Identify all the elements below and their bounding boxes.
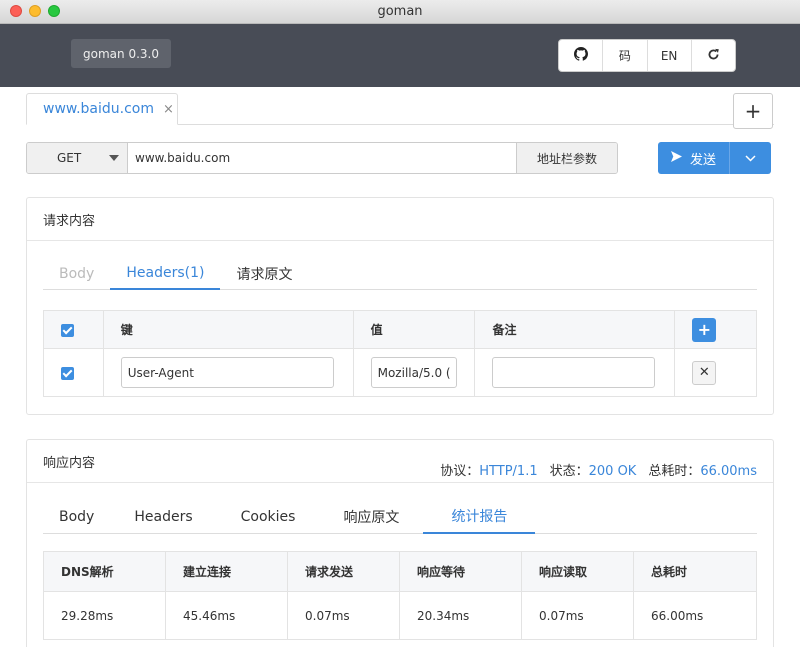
add-header-button[interactable]: + bbox=[692, 317, 717, 342]
status-value: 200 OK bbox=[588, 464, 637, 479]
send-button[interactable]: 发送 bbox=[658, 142, 730, 174]
row-delete-cell: ✕ bbox=[674, 348, 757, 397]
request-bar: GET 地址栏参数 bbox=[26, 142, 618, 174]
row-value-cell bbox=[352, 348, 476, 397]
status-label: 状态： bbox=[549, 464, 589, 479]
request-panel-title: 请求内容 bbox=[27, 198, 773, 241]
column-note: 备注 bbox=[474, 310, 676, 349]
stats-table: DNS解析 建立连接 请求发送 响应等待 响应读取 总耗时 29.28ms 45… bbox=[43, 551, 757, 640]
response-panel-title: 响应内容 bbox=[43, 455, 96, 471]
header-value-input[interactable] bbox=[370, 357, 457, 388]
row-key-cell bbox=[102, 348, 354, 397]
refresh-button[interactable] bbox=[692, 40, 735, 71]
window-controls bbox=[10, 5, 60, 17]
row-note-cell bbox=[474, 348, 676, 397]
header-note-input[interactable] bbox=[492, 357, 656, 388]
zoom-window-button[interactable] bbox=[48, 5, 60, 17]
select-all-cell bbox=[43, 310, 104, 349]
stats-connect-value: 45.46ms bbox=[165, 591, 288, 640]
delete-header-button[interactable]: ✕ bbox=[692, 360, 717, 385]
request-panel: 请求内容 Body Headers(1) 请求原文 键 值 备注 + ✕ bbox=[26, 197, 774, 415]
caret-down-icon bbox=[109, 155, 119, 161]
response-subtabs: Body Headers Cookies 响应原文 统计报告 bbox=[43, 500, 757, 534]
status-info: 状态：200 OK bbox=[550, 460, 637, 479]
main-content: www.baidu.com × GET 地址栏参数 发送 请求内容 Body H bbox=[0, 87, 800, 647]
add-row-cell: + bbox=[674, 310, 757, 349]
stats-dns-value: 29.28ms bbox=[43, 591, 166, 640]
stats-send-value: 0.07ms bbox=[287, 591, 400, 640]
time-info: 总耗时：66.00ms bbox=[648, 460, 757, 479]
language-button[interactable]: EN bbox=[648, 40, 692, 71]
tab-response-headers[interactable]: Headers bbox=[110, 500, 216, 534]
response-panel-header: 响应内容 协议：HTTP/1.1 状态：200 OK 总耗时：66.00ms bbox=[27, 440, 773, 483]
table-row: ✕ bbox=[43, 348, 757, 397]
select-all-checkbox[interactable] bbox=[61, 323, 74, 337]
tab-response-stats[interactable]: 统计报告 bbox=[423, 500, 536, 534]
method-select[interactable]: GET bbox=[27, 143, 128, 173]
column-value: 值 bbox=[352, 310, 476, 349]
response-panel: 响应内容 协议：HTTP/1.1 状态：200 OK 总耗时：66.00ms B… bbox=[26, 439, 774, 647]
github-icon bbox=[573, 47, 588, 64]
send-label: 发送 bbox=[689, 152, 716, 168]
request-tab-label: www.baidu.com bbox=[43, 101, 154, 117]
tab-request-headers[interactable]: Headers(1) bbox=[110, 258, 221, 290]
chevron-down-icon bbox=[745, 151, 756, 166]
stats-col-connect: 建立连接 bbox=[165, 551, 288, 592]
header-key-input[interactable] bbox=[120, 357, 334, 388]
stats-col-total: 总耗时 bbox=[633, 551, 757, 592]
request-tab-bar: www.baidu.com × bbox=[26, 93, 774, 125]
tab-request-body[interactable]: Body bbox=[43, 258, 110, 290]
table-row: 29.28ms 45.46ms 0.07ms 20.34ms 0.07ms 66… bbox=[43, 591, 757, 640]
stats-table-header: DNS解析 建立连接 请求发送 响应等待 响应读取 总耗时 bbox=[43, 551, 757, 592]
window-titlebar: goman bbox=[0, 0, 800, 24]
protocol-label: 协议： bbox=[440, 464, 480, 479]
app-header: goman 0.3.0 码 EN bbox=[0, 24, 800, 87]
url-input[interactable] bbox=[128, 143, 516, 173]
request-tab[interactable]: www.baidu.com × bbox=[26, 93, 178, 125]
add-tab-button[interactable]: + bbox=[733, 93, 773, 129]
close-window-button[interactable] bbox=[10, 5, 22, 17]
close-tab-icon[interactable]: × bbox=[163, 102, 174, 117]
headers-table-header: 键 值 备注 + bbox=[43, 310, 757, 349]
protocol-value: HTTP/1.1 bbox=[479, 464, 538, 479]
minimize-window-button[interactable] bbox=[29, 5, 41, 17]
stats-col-read: 响应读取 bbox=[521, 551, 634, 592]
github-button[interactable] bbox=[559, 40, 604, 71]
method-value: GET bbox=[57, 151, 82, 165]
stats-col-send: 请求发送 bbox=[287, 551, 400, 592]
code-button[interactable]: 码 bbox=[603, 40, 648, 71]
send-options-dropdown[interactable] bbox=[730, 142, 771, 174]
send-icon bbox=[670, 150, 682, 166]
protocol-info: 协议：HTTP/1.1 bbox=[440, 460, 537, 479]
header-toolbar: 码 EN bbox=[558, 39, 736, 72]
time-label: 总耗时： bbox=[648, 464, 701, 479]
stats-col-dns: DNS解析 bbox=[43, 551, 166, 592]
version-badge: goman 0.3.0 bbox=[71, 39, 171, 68]
column-key: 键 bbox=[102, 310, 354, 349]
tab-response-raw[interactable]: 响应原文 bbox=[319, 500, 423, 534]
stats-total-value: 66.00ms bbox=[633, 591, 757, 640]
row-checkbox[interactable] bbox=[61, 366, 74, 380]
tab-response-cookies[interactable]: Cookies bbox=[217, 500, 320, 534]
url-params-button[interactable]: 地址栏参数 bbox=[516, 143, 617, 173]
stats-read-value: 0.07ms bbox=[521, 591, 634, 640]
tab-response-body[interactable]: Body bbox=[43, 500, 110, 534]
request-subtabs: Body Headers(1) 请求原文 bbox=[43, 258, 757, 290]
window-title: goman bbox=[377, 4, 423, 19]
stats-col-wait: 响应等待 bbox=[399, 551, 522, 592]
response-meta: 协议：HTTP/1.1 状态：200 OK 总耗时：66.00ms bbox=[440, 460, 757, 479]
tab-request-raw[interactable]: 请求原文 bbox=[220, 258, 308, 290]
stats-wait-value: 20.34ms bbox=[399, 591, 522, 640]
time-value: 66.00ms bbox=[700, 464, 757, 479]
headers-table: 键 值 备注 + ✕ bbox=[43, 310, 757, 397]
refresh-icon bbox=[707, 48, 720, 64]
send-button-group: 发送 bbox=[658, 142, 771, 174]
row-select-cell bbox=[43, 348, 104, 397]
